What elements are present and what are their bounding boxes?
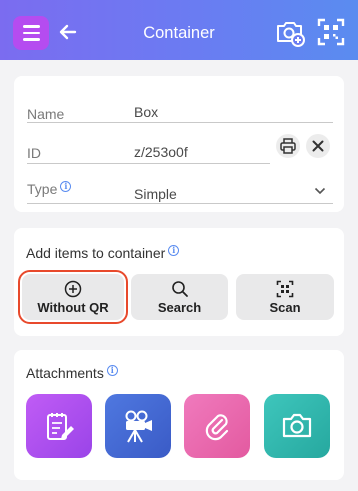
clear-id-button[interactable] <box>306 134 330 158</box>
info-icon[interactable]: i <box>106 365 118 376</box>
video-camera-icon <box>125 410 152 443</box>
plus-circle-icon <box>64 280 82 297</box>
add-photo-button[interactable] <box>264 394 330 458</box>
hamburger-menu-icon <box>22 25 40 28</box>
qr-scan-icon <box>276 280 294 297</box>
attachments-card: Attachments i <box>14 350 344 480</box>
page-title: Container <box>143 24 215 42</box>
type-select[interactable]: Simple <box>134 186 177 202</box>
printer-icon <box>280 138 296 154</box>
camera-add-icon[interactable] <box>275 17 305 47</box>
add-video-button[interactable] <box>105 394 171 458</box>
menu-button[interactable] <box>13 16 49 50</box>
add-without-qr-button[interactable]: Without QR <box>18 270 128 324</box>
camera-icon <box>282 413 312 438</box>
note-edit-icon <box>47 413 74 440</box>
print-button[interactable] <box>276 134 300 158</box>
close-icon <box>312 140 324 152</box>
info-icon[interactable]: i <box>168 245 180 256</box>
add-items-title: Add items to container i <box>26 245 180 261</box>
add-note-button[interactable] <box>26 394 92 458</box>
name-label: Name <box>27 106 65 122</box>
scan-button[interactable]: Scan <box>236 274 334 320</box>
id-field[interactable]: z/253o0f <box>134 144 188 160</box>
type-label: Type i <box>27 181 72 197</box>
search-button[interactable]: Search <box>131 274 228 320</box>
add-file-button[interactable] <box>184 394 250 458</box>
attachments-title: Attachments i <box>26 365 118 381</box>
app-header: Container <box>0 0 358 60</box>
details-card: Name Box ID z/253o0f Type i Simple <box>14 76 344 212</box>
id-label: ID <box>27 145 41 161</box>
paperclip-icon <box>205 414 229 441</box>
add-items-card: Add items to container i Without QR Searc… <box>14 228 344 336</box>
search-icon <box>171 280 188 297</box>
qr-scan-icon[interactable] <box>316 17 346 47</box>
name-field[interactable]: Box <box>134 104 158 120</box>
back-arrow-icon[interactable] <box>58 22 78 42</box>
chevron-down-icon[interactable] <box>314 187 326 195</box>
info-icon[interactable]: i <box>60 181 72 192</box>
